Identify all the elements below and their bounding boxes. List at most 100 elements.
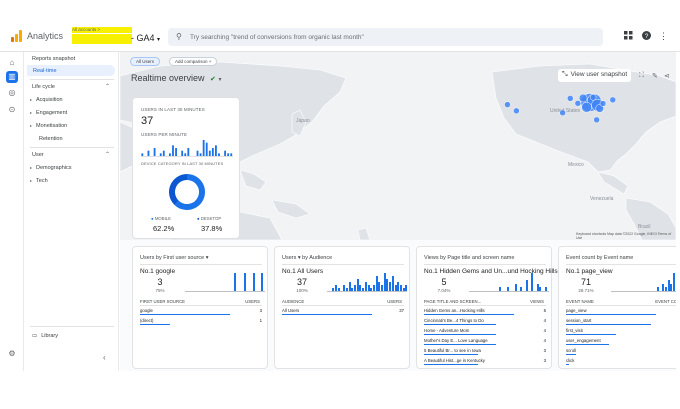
map-user-dot[interactable] xyxy=(567,95,574,102)
row-bar xyxy=(424,344,496,345)
sidebar-item-monetisation[interactable]: ▸ Monetisation xyxy=(30,123,67,129)
sidebar-item-retention[interactable]: Retention xyxy=(39,136,63,142)
chevron-up-icon[interactable]: ⌃ xyxy=(105,151,110,158)
sidebar-item-label: Monetisation xyxy=(36,123,68,129)
view-user-snapshot-button[interactable]: ⤡ View user snapshot xyxy=(558,69,632,82)
card-title[interactable]: Views by Page title and screen name xyxy=(424,255,514,261)
apps-grid-icon[interactable] xyxy=(624,31,633,42)
chevron-up-icon[interactable]: ⌃ xyxy=(105,83,110,90)
share-icon[interactable]: ⋖ xyxy=(664,72,670,80)
sidebar-item-label: Tech xyxy=(36,178,48,184)
help-icon[interactable]: ? xyxy=(642,31,651,42)
row-value: 4 xyxy=(543,338,546,343)
chip-all-users[interactable]: All Users xyxy=(130,57,161,66)
desktop-dot-icon: ● xyxy=(197,216,200,221)
mobile-label: MOBILE xyxy=(154,216,172,221)
per-minute-bar xyxy=(147,150,150,156)
users-last-30-card: USERS IN LAST 30 MINUTES 37 USERS PER MI… xyxy=(132,97,240,239)
advertising-icon[interactable]: ⊙ xyxy=(6,104,18,116)
map-user-dot[interactable] xyxy=(589,94,597,101)
sidebar-item-tech[interactable]: ▸ Tech xyxy=(30,178,48,184)
map-label: Mexico xyxy=(568,162,584,168)
sidebar-section-user[interactable]: User xyxy=(32,152,44,158)
world-map[interactable]: United States Mexico China Japan Indones… xyxy=(120,52,676,241)
card-column-header: AUDIENCE xyxy=(282,299,305,304)
table-row[interactable]: session_start67 xyxy=(566,318,676,327)
edit-icon[interactable]: ✎ xyxy=(652,72,658,80)
home-icon[interactable]: ⌂ xyxy=(6,57,18,69)
analytics-logo[interactable] xyxy=(11,30,23,42)
row-label: Hidden Gems an...Hocking Hills xyxy=(424,308,485,313)
page-title: Realtime overview ✔ ▾ xyxy=(131,73,221,83)
card-chart-baseline xyxy=(611,291,676,292)
per-minute-bar xyxy=(208,150,211,156)
chevron-down-icon[interactable]: ▾ xyxy=(218,77,221,83)
map-user-dot[interactable] xyxy=(593,116,600,124)
row-label: click xyxy=(566,358,575,363)
map-user-dot[interactable] xyxy=(504,101,511,108)
card-header-divider xyxy=(566,305,676,306)
map-user-dot[interactable] xyxy=(581,102,592,113)
account-breadcrumb[interactable]: All accounts > xyxy=(72,27,100,32)
sidebar-item-acquisition[interactable]: ▸ Acquisition xyxy=(30,97,63,103)
card-title[interactable]: Event count by Event name xyxy=(566,255,633,261)
table-row[interactable]: scroll8 xyxy=(566,348,676,357)
sidebar-item-library[interactable]: ▭ Library xyxy=(32,333,58,339)
per-minute-bar xyxy=(169,153,171,156)
sidebar-section-lifecycle[interactable]: Life cycle xyxy=(32,84,55,90)
table-row[interactable]: All Users 37 xyxy=(282,308,404,317)
card-header-divider xyxy=(140,305,262,306)
table-row[interactable]: 5 Beautiful Br... to see in Iowa 3 xyxy=(424,348,546,357)
device-donut-chart[interactable] xyxy=(167,172,207,212)
check-circle-icon[interactable]: ✔ xyxy=(210,76,216,83)
reports-icon[interactable]: ▥ xyxy=(6,71,18,83)
map-user-dot[interactable] xyxy=(559,109,566,117)
table-row[interactable]: page_view71 xyxy=(566,308,676,317)
map-user-dot[interactable] xyxy=(599,100,607,107)
fullscreen-icon[interactable]: ⛶ xyxy=(639,72,644,80)
more-vert-icon[interactable]: ⋮ xyxy=(659,31,668,42)
card-mini-chart[interactable] xyxy=(185,273,265,291)
mobile-legend: ● MOBILE xyxy=(151,216,171,221)
add-comparison-button[interactable]: Add comparison + xyxy=(169,57,218,66)
chevron-down-icon: ▾ xyxy=(157,37,161,43)
sidebar-item-realtime[interactable]: Real-time xyxy=(27,65,115,76)
row-value: 37 xyxy=(399,308,404,313)
per-minute-bar xyxy=(230,153,233,156)
search-bar[interactable]: ⚲ xyxy=(168,28,603,46)
table-row[interactable]: Home - Adventure Mom 4 xyxy=(424,328,546,337)
table-row[interactable]: click2 xyxy=(566,358,676,367)
mini-chart-bar xyxy=(364,282,367,291)
row-label: session_start xyxy=(566,318,592,323)
search-input[interactable] xyxy=(190,28,590,46)
per-minute-bar xyxy=(159,153,162,156)
explore-icon[interactable]: ◎ xyxy=(6,87,18,99)
table-row[interactable]: Hidden Gems an...Hocking Hills 5 xyxy=(424,308,546,317)
sidebar-item-reports-snapshot[interactable]: Reports snapshot xyxy=(32,56,75,62)
collapse-chevron-icon[interactable]: ‹ xyxy=(103,353,106,362)
sidebar-item-demographics[interactable]: ▸ Demographics xyxy=(30,165,71,171)
sidebar-item-engagement[interactable]: ▸ Engagement xyxy=(30,110,67,116)
table-row[interactable]: google 3 xyxy=(140,308,262,317)
table-row[interactable]: Cincinnati's Be...4 Things to Do 4 xyxy=(424,318,546,327)
map-user-dot[interactable] xyxy=(513,107,520,115)
table-row[interactable]: (direct) 1 xyxy=(140,318,262,327)
table-row[interactable]: user_engagement34 xyxy=(566,338,676,347)
card-mini-chart[interactable] xyxy=(469,273,549,291)
users-per-minute-chart[interactable] xyxy=(141,140,233,158)
map-user-dot[interactable] xyxy=(574,100,582,107)
per-minute-bar xyxy=(224,150,227,156)
map-user-dot[interactable] xyxy=(578,93,588,103)
table-row[interactable]: Mother's Day E... Love Language 4 xyxy=(424,338,546,347)
card-title[interactable]: Users ▾ by Audience xyxy=(282,255,332,261)
property-selector[interactable]: - GA4 ▾ xyxy=(131,33,160,43)
card-mini-chart[interactable] xyxy=(611,273,676,291)
settings-gear-icon[interactable]: ⚙ xyxy=(6,348,18,360)
table-row[interactable]: A Beautiful Hist...ge in Kentucky 3 xyxy=(424,358,546,367)
card-mini-chart[interactable] xyxy=(327,273,408,291)
row-value: 1 xyxy=(259,318,262,323)
map-attribution[interactable]: Keyboard shortcuts Map data ©2022 Google… xyxy=(576,232,676,240)
table-row[interactable]: first_visit39 xyxy=(566,328,676,337)
map-user-dot[interactable] xyxy=(609,96,617,104)
card-title[interactable]: Users by First user source ▾ xyxy=(140,255,208,261)
